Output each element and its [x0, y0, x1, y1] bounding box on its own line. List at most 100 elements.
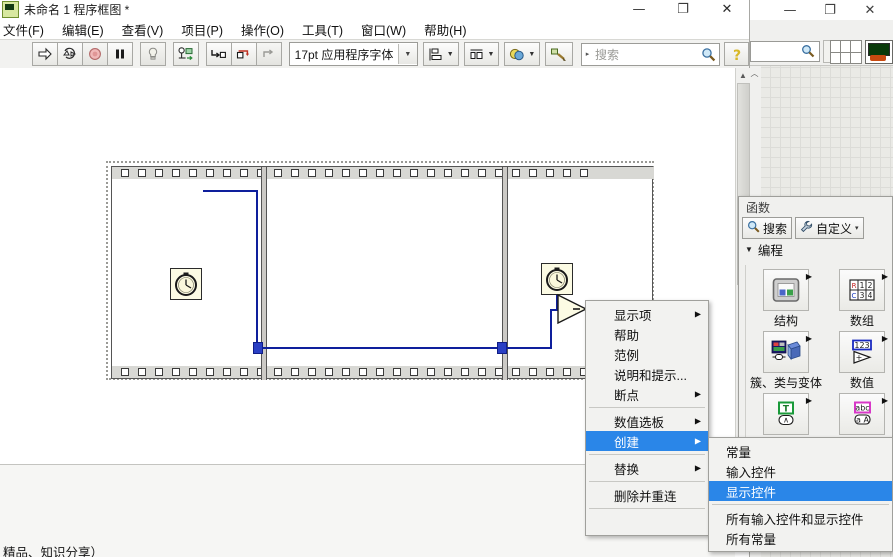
close-button[interactable]: ✕	[705, 0, 749, 19]
sequence-tick	[121, 368, 129, 376]
distribute-objects-button[interactable]: ▼	[463, 42, 500, 66]
palette-search-button[interactable]: 搜索	[742, 217, 793, 239]
menu-edit[interactable]: 编辑(E)	[53, 18, 113, 41]
functions-palette[interactable]: 函数 搜索 自定义 ▾ ▼ 编程 ▶ 结构 R C 1 2 3 4 ▶ 数组 ▶…	[738, 196, 893, 458]
labview-block-diagram-screen: — ❐ ✕ ? ︿	[0, 0, 893, 557]
wire-segment[interactable]	[256, 190, 258, 348]
submenu-item-all-controls-and-indicators[interactable]: 所有输入控件和显示控件	[709, 508, 892, 528]
palette-item-cluster-class-variant[interactable]: ▶ 簇、类与变体	[750, 331, 822, 391]
context-menu-item-breakpoint[interactable]: 断点 ▶	[586, 384, 708, 404]
palette-item-array[interactable]: R C 1 2 3 4 ▶ 数组	[826, 269, 892, 329]
submenu-item-indicator[interactable]: 显示控件	[709, 481, 892, 501]
sequence-tick	[461, 169, 469, 177]
minimize-button[interactable]: —	[617, 0, 661, 19]
palette-category-label: 编程	[757, 243, 783, 258]
context-menu-item-help[interactable]: 帮助	[586, 324, 708, 344]
sequence-tick	[138, 368, 146, 376]
palette-search-icon	[747, 220, 760, 236]
step-over-button[interactable]	[230, 42, 257, 66]
search-caret-icon[interactable]: ▸	[582, 50, 593, 58]
palette-item-arrow-icon[interactable]: ▶	[806, 272, 812, 281]
menu-file[interactable]: 文件(F)	[0, 18, 53, 41]
tick-count-node-right[interactable]	[541, 263, 573, 295]
palette-item-arrow-icon[interactable]: ▶	[806, 396, 812, 405]
context-menu-label: 显示项	[614, 308, 652, 323]
maximize-button[interactable]: ❐	[661, 0, 705, 19]
svg-text:T: T	[783, 405, 790, 415]
wire-segment[interactable]	[550, 310, 552, 349]
align-objects-button[interactable]: ▼	[422, 42, 459, 66]
menu-project[interactable]: 项目(P)	[172, 18, 232, 41]
submenu-item-control[interactable]: 输入控件	[709, 461, 892, 481]
window-title: 未命名 1 程序框图 *	[24, 3, 130, 17]
palette-item-structures[interactable]: ▶ 结构	[750, 269, 822, 329]
reorder-chevron-down-icon[interactable]: ▼	[528, 51, 535, 58]
wire-segment[interactable]	[262, 347, 502, 349]
sequence-tick	[427, 368, 435, 376]
palette-category-triangle-icon[interactable]: ▼	[745, 245, 753, 254]
background-minimize-button[interactable]: —	[770, 0, 810, 20]
pause-button[interactable]	[106, 42, 133, 66]
palette-item-arrow-icon[interactable]: ▶	[882, 334, 888, 343]
background-maximize-button[interactable]: ❐	[810, 0, 850, 20]
menu-view[interactable]: 查看(V)	[113, 18, 173, 41]
font-selector-chevron-down-icon[interactable]: ▼	[397, 44, 417, 64]
context-menu-item-display-items[interactable]: 显示项 ▶	[586, 304, 708, 324]
palette-item-arrow-icon[interactable]: ▶	[882, 396, 888, 405]
context-menu-item-examples[interactable]: 范例	[586, 344, 708, 364]
submenu-item-constant[interactable]: 常量	[709, 441, 892, 461]
context-menu-item-create[interactable]: 创建 ▶	[586, 431, 708, 451]
menu-operate[interactable]: 操作(O)	[232, 18, 293, 41]
scroll-up-arrow-icon[interactable]: ▲	[736, 68, 750, 83]
context-menu-item-numeric-palette[interactable]: 数值选板 ▶	[586, 411, 708, 431]
context-menu-item-description-and-tip[interactable]: 说明和提示...	[586, 364, 708, 384]
context-submenu-create[interactable]: 常量 输入控件 显示控件 所有输入控件和显示控件 所有常量	[708, 437, 893, 552]
sequence-tick	[308, 368, 316, 376]
run-continuously-button[interactable]	[56, 42, 83, 66]
wire-segment[interactable]	[203, 190, 258, 192]
search-input[interactable]: ▸ 搜索	[581, 42, 721, 66]
run-button[interactable]	[31, 42, 58, 66]
sequence-tick	[444, 368, 452, 376]
svg-text:2: 2	[868, 281, 873, 290]
font-selector[interactable]: 17pt 应用程序字体 ▼	[288, 42, 418, 66]
step-out-button[interactable]	[255, 42, 282, 66]
abort-execution-button[interactable]	[81, 42, 108, 66]
sequence-tick	[512, 169, 520, 177]
tick-count-node-left[interactable]	[170, 268, 202, 300]
sequence-tick	[563, 169, 571, 177]
palette-customize-chevron-down-icon[interactable]: ▾	[855, 224, 859, 232]
context-menu-separator	[589, 508, 705, 509]
step-into-button[interactable]	[205, 42, 232, 66]
search-icon[interactable]	[697, 47, 719, 62]
palette-item-arrow-icon[interactable]: ▶	[806, 334, 812, 343]
clean-up-diagram-button[interactable]	[545, 42, 574, 66]
menu-help[interactable]: 帮助(H)	[415, 18, 475, 41]
submenu-separator	[712, 504, 889, 505]
context-menu[interactable]: 显示项 ▶ 帮助 范例 说明和提示... 断点 ▶ 数值选板 ▶ 创建 ▶ 替换…	[585, 300, 709, 536]
background-search-input[interactable]	[750, 41, 820, 62]
distribute-chevron-down-icon[interactable]: ▼	[488, 51, 495, 58]
palette-item-arrow-icon[interactable]: ▶	[882, 272, 888, 281]
context-menu-item-remove-and-rewire[interactable]: 删除并重连	[586, 485, 708, 505]
svg-text:∧: ∧	[783, 416, 789, 425]
sequence-top-bar	[112, 167, 654, 179]
submenu-item-all-constants[interactable]: 所有常量	[709, 528, 892, 548]
background-close-button[interactable]: ✕	[850, 0, 890, 20]
reorder-objects-button[interactable]: ▼	[504, 42, 541, 66]
context-menu-item-replace[interactable]: 替换 ▶	[586, 458, 708, 478]
functions-palette-title: 函数	[739, 197, 892, 217]
vi-icon	[2, 1, 19, 18]
menu-window[interactable]: 窗口(W)	[352, 18, 415, 41]
context-menu-item-properties[interactable]	[586, 512, 708, 532]
palette-category-programming[interactable]: ▼ 编程	[739, 239, 892, 259]
wire-segment[interactable]	[506, 347, 552, 349]
palette-item-numeric[interactable]: 123 + ▶ 数值	[826, 331, 892, 391]
context-help-button[interactable]: ?	[724, 42, 749, 66]
background-window-menubar	[748, 20, 893, 38]
align-chevron-down-icon[interactable]: ▼	[447, 51, 454, 58]
menu-tools[interactable]: 工具(T)	[293, 18, 352, 41]
highlight-execution-button[interactable]	[139, 42, 166, 66]
retain-wire-values-button[interactable]	[172, 42, 199, 66]
palette-customize-button[interactable]: 自定义 ▾	[795, 217, 864, 239]
